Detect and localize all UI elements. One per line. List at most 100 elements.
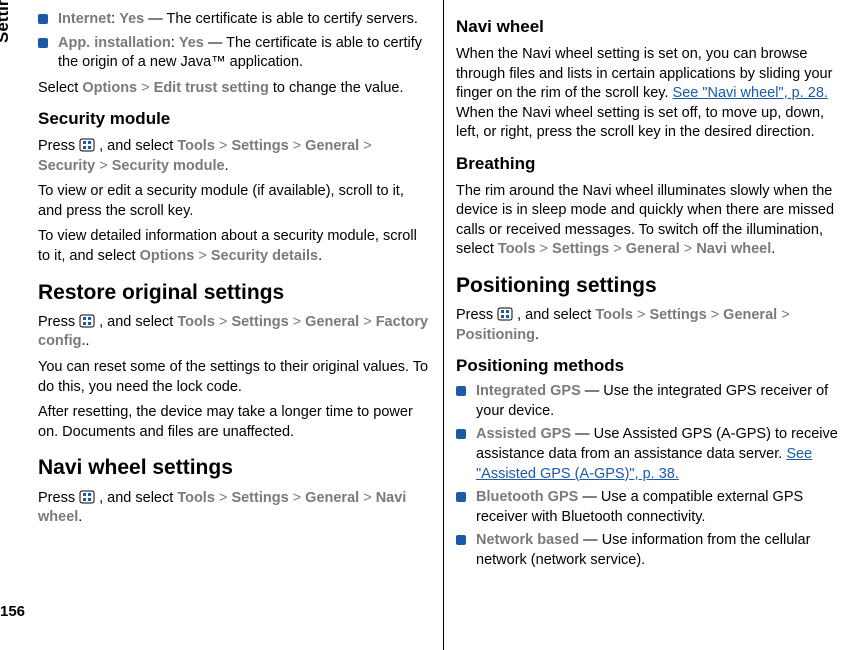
list-item-body: App. installation: Yes — The certificate… — [58, 34, 431, 73]
separator: > — [680, 241, 697, 257]
menu-path-item: Security details — [211, 248, 318, 264]
menu-path-item: Positioning — [456, 327, 535, 343]
menu-key-icon — [79, 314, 95, 328]
paragraph: Press , and select Tools > Settings > Ge… — [38, 489, 431, 528]
bullet-icon — [456, 386, 466, 396]
item-label: Assisted GPS — [476, 426, 575, 442]
bullet-icon — [38, 38, 48, 48]
list-item: App. installation: Yes — The certificate… — [38, 34, 431, 73]
menu-path-item: Tools — [177, 490, 215, 506]
text: Press — [456, 307, 497, 323]
paragraph: After resetting, the device may take a l… — [38, 403, 431, 442]
menu-path-item: General — [723, 307, 777, 323]
text: to change the value. — [269, 80, 404, 96]
separator: > — [95, 158, 112, 174]
separator: > — [777, 307, 790, 323]
list-item-body: Bluetooth GPS — Use a compatible externa… — [476, 488, 848, 527]
cross-reference-link[interactable]: See "Navi wheel", p. 28. — [673, 85, 828, 101]
separator: > — [137, 80, 154, 96]
separator: > — [215, 314, 232, 330]
heading-navi-wheel-settings: Navi wheel settings — [38, 454, 431, 482]
text: . — [535, 327, 539, 343]
text: . — [78, 509, 82, 525]
menu-path-item: Settings — [552, 241, 609, 257]
item-value: Yes — [119, 11, 144, 27]
paragraph: Press , and select Tools > Settings > Ge… — [38, 137, 431, 176]
menu-path-item: General — [305, 138, 359, 154]
separator: > — [194, 248, 211, 264]
item-label: Network based — [476, 532, 583, 548]
list-item: Assisted GPS — Use Assisted GPS (A-GPS) … — [456, 425, 848, 484]
heading-security-module: Security module — [38, 108, 431, 131]
menu-path-item: Options — [82, 80, 137, 96]
menu-path-item: General — [305, 314, 359, 330]
heading-positioning: Positioning settings — [456, 272, 848, 300]
text: . — [225, 158, 229, 174]
separator: > — [536, 241, 553, 257]
paragraph: You can reset some of the settings to th… — [38, 358, 431, 397]
item-label: Internet — [58, 11, 111, 27]
menu-path-item: Security module — [112, 158, 225, 174]
text: , and select — [95, 314, 177, 330]
list-item: Bluetooth GPS — Use a compatible externa… — [456, 488, 848, 527]
list-item: Internet: Yes — The certificate is able … — [38, 10, 431, 30]
section-tab-label: Settings — [0, 0, 15, 43]
menu-path-item: Tools — [177, 314, 215, 330]
item-label: Integrated GPS — [476, 383, 585, 399]
menu-path-item: General — [626, 241, 680, 257]
separator: > — [215, 490, 232, 506]
heading-restore: Restore original settings — [38, 279, 431, 307]
item-label: Bluetooth GPS — [476, 489, 578, 505]
text: , and select — [95, 138, 177, 154]
menu-key-icon — [79, 138, 95, 152]
text: When the Navi wheel setting is set off, … — [456, 105, 824, 141]
heading-navi-wheel: Navi wheel — [456, 16, 848, 39]
separator: > — [289, 314, 306, 330]
bullet-icon — [456, 429, 466, 439]
list-item-body: Internet: Yes — The certificate is able … — [58, 10, 431, 30]
text: , and select — [95, 490, 177, 506]
menu-path-item: Settings — [231, 490, 288, 506]
paragraph: Press , and select Tools > Settings > Ge… — [456, 306, 848, 345]
menu-path-item: Tools — [595, 307, 633, 323]
sidebar: Settings 156 — [0, 0, 22, 650]
menu-path-item: Options — [140, 248, 195, 264]
heading-breathing: Breathing — [456, 153, 848, 176]
item-desc: — The certificate is able to certify ser… — [144, 11, 418, 27]
menu-path-item: Tools — [177, 138, 215, 154]
item-value: Yes — [179, 35, 204, 51]
list-item: Network based — Use information from the… — [456, 531, 848, 570]
page-number: 156 — [0, 602, 25, 622]
left-column: Internet: Yes — The certificate is able … — [26, 0, 443, 650]
paragraph: To view or edit a security module (if av… — [38, 182, 431, 221]
separator: > — [215, 138, 232, 154]
list-item-body: Assisted GPS — Use Assisted GPS (A-GPS) … — [476, 425, 848, 484]
bullet-icon — [456, 535, 466, 545]
menu-path-item: General — [305, 490, 359, 506]
list-item-body: Integrated GPS — Use the integrated GPS … — [476, 382, 848, 421]
bullet-icon — [456, 492, 466, 502]
menu-path-item: Edit trust setting — [154, 80, 269, 96]
item-label: App. installation — [58, 35, 171, 51]
content-columns: Internet: Yes — The certificate is able … — [26, 0, 860, 650]
paragraph: Select Options > Edit trust setting to c… — [38, 79, 431, 99]
menu-key-icon — [497, 307, 513, 321]
separator: > — [359, 490, 376, 506]
separator: > — [289, 490, 306, 506]
text: Press — [38, 138, 79, 154]
text: . — [86, 333, 90, 349]
menu-path-item: Tools — [498, 241, 536, 257]
text: Select — [38, 80, 82, 96]
heading-positioning-methods: Positioning methods — [456, 355, 848, 378]
bullet-icon — [38, 14, 48, 24]
menu-path-item: Settings — [231, 138, 288, 154]
list-item: Integrated GPS — Use the integrated GPS … — [456, 382, 848, 421]
separator: > — [609, 241, 626, 257]
paragraph: Press , and select Tools > Settings > Ge… — [38, 313, 431, 352]
separator: > — [359, 314, 376, 330]
text: Press — [38, 490, 79, 506]
text: . — [771, 241, 775, 257]
menu-path-item: Settings — [649, 307, 706, 323]
separator: > — [289, 138, 306, 154]
separator: > — [633, 307, 650, 323]
